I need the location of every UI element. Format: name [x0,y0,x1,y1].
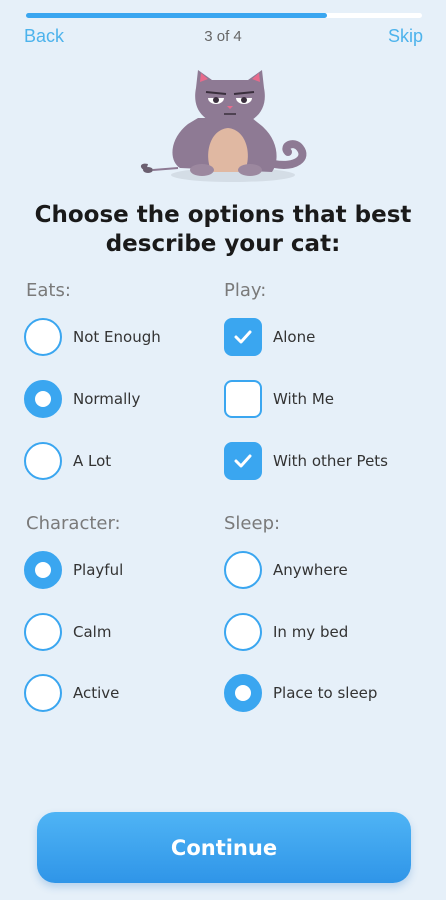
checkbox[interactable] [224,442,262,480]
checkmark-icon [234,330,252,344]
character-heading: Character: [26,513,121,534]
sleep-option-in-my-bed[interactable]: In my bed [224,612,348,652]
checkbox[interactable] [224,318,262,356]
checkmark-icon [234,454,252,468]
progress-bar-fill [26,13,327,18]
option-label: Playful [73,561,124,579]
continue-button[interactable]: Continue [37,812,411,883]
sleep-heading: Sleep: [224,513,281,534]
play-heading: Play: [224,280,267,301]
sleep-option-place-to-sleep[interactable]: Place to sleep [224,673,377,713]
play-option-with-me[interactable]: With Me [224,379,334,419]
character-option-playful[interactable]: Playful [24,550,123,590]
option-label: Not Enough [73,328,161,346]
play-option-alone[interactable]: Alone [224,317,315,357]
eats-option-a-lot[interactable]: A Lot [24,441,111,481]
option-label: Calm [73,623,112,641]
radio-button[interactable] [24,613,62,651]
character-option-calm[interactable]: Calm [24,612,111,652]
option-label: Normally [73,390,141,408]
cat-illustration [140,70,307,182]
skip-button[interactable]: Skip [388,26,423,47]
option-label: In my bed [273,623,349,641]
radio-button[interactable] [24,551,62,589]
sleep-option-anywhere[interactable]: Anywhere [224,550,348,590]
option-label: With other Pets [273,452,388,470]
play-option-with-other-pets[interactable]: With other Pets [224,441,388,481]
option-label: Active [73,684,120,702]
eats-option-not-enough[interactable]: Not Enough [24,317,161,357]
radio-button[interactable] [24,442,62,480]
radio-button[interactable] [224,613,262,651]
character-option-active[interactable]: Active [24,673,119,713]
radio-button[interactable] [24,674,62,712]
progress-bar [26,13,422,18]
option-label: A Lot [73,452,112,470]
radio-button[interactable] [224,674,262,712]
radio-button[interactable] [24,318,62,356]
step-counter: 3 of 4 [204,28,242,45]
eats-heading: Eats: [26,280,71,301]
radio-button[interactable] [24,380,62,418]
checkbox[interactable] [224,380,262,418]
option-label: Place to sleep [273,684,378,702]
eats-option-normally[interactable]: Normally [24,379,140,419]
option-label: Anywhere [273,561,348,579]
page-title: Choose the options that best describe yo… [34,202,412,257]
radio-button[interactable] [224,551,262,589]
option-label: Alone [273,328,316,346]
option-label: With Me [273,390,334,408]
